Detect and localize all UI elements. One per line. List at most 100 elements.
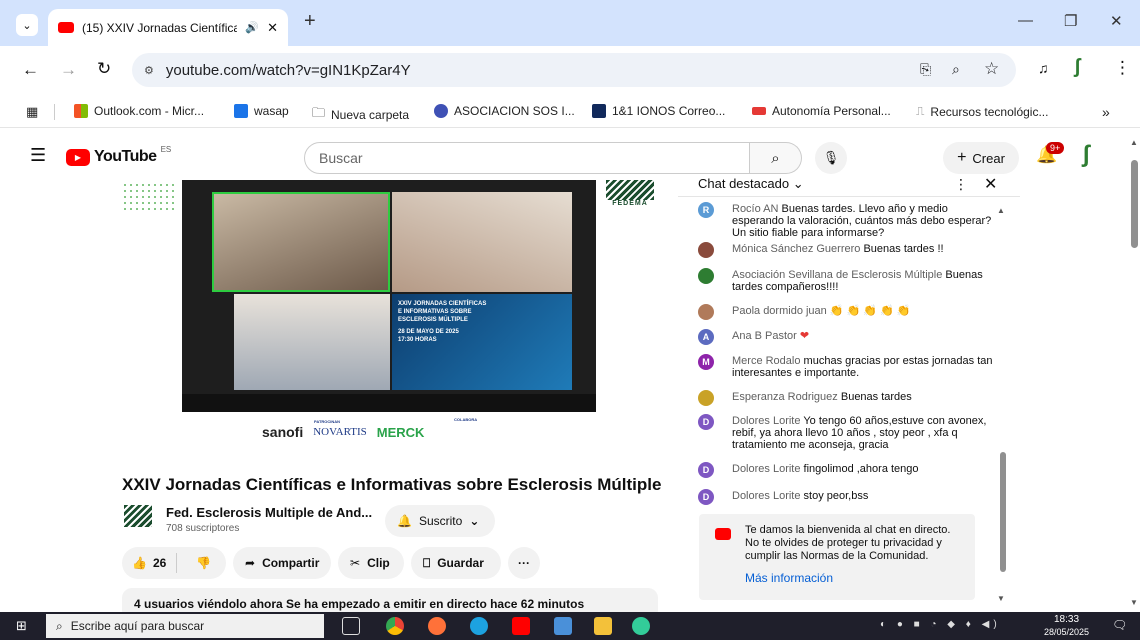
bookmark-outlook[interactable]: Outlook.com - Micr...	[74, 104, 204, 118]
thumbs-up-icon: 👍	[132, 556, 147, 570]
account-avatar[interactable]: ʃ	[1082, 141, 1090, 169]
app-icon[interactable]	[632, 617, 650, 635]
create-button[interactable]: + Crear	[943, 142, 1019, 174]
menu-hamburger-icon[interactable]: ☰	[30, 145, 46, 166]
file-explorer-icon[interactable]	[594, 617, 612, 635]
firefox-icon[interactable]	[428, 617, 446, 635]
chat-avatar[interactable]	[698, 242, 714, 258]
clip-button[interactable]: ✂ Clip	[338, 547, 404, 579]
subscribed-button[interactable]: 🔔 Suscrito ⌄	[385, 505, 495, 537]
bookmark-autonomia[interactable]: Autonomía Personal...	[752, 104, 891, 118]
site-info-icon[interactable]: ⚙	[144, 64, 154, 77]
chat-avatar[interactable]: D	[698, 462, 714, 478]
bookmark-star-icon[interactable]: ☆	[984, 59, 999, 79]
chat-scroll-up-icon[interactable]: ▲	[997, 206, 1005, 215]
search-input[interactable]: Buscar	[304, 142, 750, 174]
task-view-icon[interactable]	[342, 617, 360, 635]
chat-author[interactable]: Dolores Lorite	[732, 415, 800, 427]
chat-author[interactable]: Dolores Lorite	[732, 463, 800, 475]
system-tray-icons[interactable]: ◐ ● ■ ◔ ◆ ♦ ◀)	[880, 619, 1001, 630]
bookmark-asociacion[interactable]: ASOCIACION SOS I...	[434, 104, 575, 118]
fedema-text: FEDEMA	[612, 200, 648, 207]
chat-avatar[interactable]: M	[698, 354, 714, 370]
edge-icon[interactable]	[470, 617, 488, 635]
forward-icon[interactable]: →	[60, 60, 77, 80]
bookmark-recursos[interactable]: ⎍ Recursos tecnológic...	[916, 104, 1048, 119]
restore-icon[interactable]: ❐	[1064, 12, 1077, 30]
slide-line: 17:30 HORAS	[398, 337, 437, 343]
chrome-icon[interactable]	[386, 617, 404, 635]
chat-author[interactable]: Esperanza Rodriguez	[732, 391, 838, 403]
minimize-icon[interactable]: —	[1018, 12, 1033, 29]
speaker-icon[interactable]: 🔊	[245, 21, 259, 34]
bookmarks-bar: ▦ Outlook.com - Micr... wasap 🗀 Nueva car…	[0, 96, 1140, 128]
tab-search-button[interactable]: ⌄	[16, 14, 38, 36]
chat-author[interactable]: Rocío AN	[732, 203, 778, 215]
back-icon[interactable]: ←	[22, 60, 39, 80]
youtube-logo[interactable]: ▶ YouTube ES	[66, 145, 171, 166]
page-scrollbar[interactable]: ▲ ▼	[1128, 128, 1140, 612]
bookmark-ionos[interactable]: 1&1 IONOS Correo...	[592, 104, 725, 118]
chat-mode-label: Chat destacado	[698, 176, 790, 191]
chat-author[interactable]: Paola dormido juan	[732, 305, 827, 317]
chat-avatar[interactable]: R	[698, 202, 714, 218]
browser-tab[interactable]: (15) XXIV Jornadas Científica 🔊 ✕	[48, 9, 288, 46]
windows-start-icon[interactable]: ⊞	[16, 618, 27, 634]
page-scroll-thumb[interactable]	[1131, 160, 1138, 248]
chat-author[interactable]: Asociación Sevillana de Esclerosis Múlti…	[732, 269, 942, 281]
taskbar-search[interactable]: ⌕ Escribe aquí para buscar	[46, 614, 324, 638]
reload-icon[interactable]: ↻	[97, 59, 111, 79]
omnibox[interactable]: ⚙ youtube.com/watch?v=gIN1KpZar4Y ⎘ ⌕ ☆	[132, 53, 1016, 87]
channel-avatar[interactable]	[124, 505, 152, 527]
chat-avatar[interactable]: D	[698, 414, 714, 430]
apps-grid-icon[interactable]: ▦	[26, 104, 38, 120]
bookmark-folder[interactable]: 🗀 Nueva carpeta	[312, 104, 409, 126]
video-player[interactable]: XXIV JORNADAS CIENTÍFICAS E INFORMATIVAS…	[122, 178, 658, 450]
chat-author[interactable]: Ana B Pastor	[732, 330, 797, 342]
chat-avatar[interactable]	[698, 304, 714, 320]
chat-menu-icon[interactable]: ⋮	[954, 176, 968, 193]
chat-header[interactable]: Chat destacado ⌄	[698, 176, 804, 192]
close-window-icon[interactable]: ✕	[1110, 12, 1123, 30]
chat-avatar[interactable]	[698, 268, 714, 284]
chat-avatar[interactable]: D	[698, 489, 714, 505]
calendar-icon[interactable]	[554, 617, 572, 635]
chat-author[interactable]: Dolores Lorite	[732, 490, 800, 502]
channel-name[interactable]: Fed. Esclerosis Multiple de And...	[166, 505, 372, 520]
notification-center-icon[interactable]: 🗨	[1112, 618, 1127, 632]
clock-date[interactable]: 28/05/2025	[1044, 627, 1089, 637]
share-button[interactable]: ➦ Compartir	[233, 547, 331, 579]
close-tab-icon[interactable]: ✕	[267, 20, 278, 36]
chat-avatar[interactable]: A	[698, 329, 714, 345]
more-bookmarks-button[interactable]: »	[1102, 104, 1110, 120]
subscribed-label: Suscrito	[418, 514, 463, 528]
extension-icon[interactable]: ʃ	[1074, 56, 1081, 79]
clock-time[interactable]: 18:33	[1054, 614, 1079, 625]
like-button[interactable]: 👍 26	[122, 553, 178, 573]
close-chat-icon[interactable]: ✕	[984, 176, 997, 194]
save-button[interactable]: ⎕ Guardar	[411, 547, 501, 579]
chat-author[interactable]: Mónica Sánchez Guerrero	[732, 243, 860, 255]
more-info-link[interactable]: Más información	[745, 572, 833, 585]
scroll-down-icon[interactable]: ▼	[1130, 598, 1138, 607]
zoom-icon[interactable]: ⌕	[952, 61, 960, 78]
chat-author[interactable]: Merce Rodalo	[732, 355, 800, 367]
install-app-icon[interactable]: ⎘	[920, 61, 931, 78]
search-icon: ⌕	[771, 149, 780, 167]
new-tab-button[interactable]: +	[304, 10, 316, 33]
chat-text: fingolimod ,ahora tengo	[803, 463, 919, 475]
sponsors-bar: sanofi NOVARTIS MERCK	[262, 424, 424, 440]
chat-scroll-down-icon[interactable]: ▼	[997, 594, 1005, 603]
dislike-button[interactable]: 👎	[184, 556, 223, 570]
voice-search-button[interactable]: 🎙	[815, 142, 847, 174]
bookmark-wasap[interactable]: wasap	[234, 104, 289, 118]
search-button[interactable]: ⌕	[750, 142, 802, 174]
scroll-up-icon[interactable]: ▲	[1130, 138, 1138, 147]
media-control-icon[interactable]: ♫	[1038, 60, 1049, 76]
chat-scrollbar[interactable]	[1000, 452, 1006, 572]
browser-menu-icon[interactable]: ⋮	[1114, 58, 1131, 78]
chat-text: stoy peor,bss	[803, 490, 869, 502]
chat-avatar[interactable]	[698, 390, 714, 406]
more-actions-button[interactable]: ···	[508, 547, 540, 579]
youtube-app-icon[interactable]	[512, 617, 530, 635]
